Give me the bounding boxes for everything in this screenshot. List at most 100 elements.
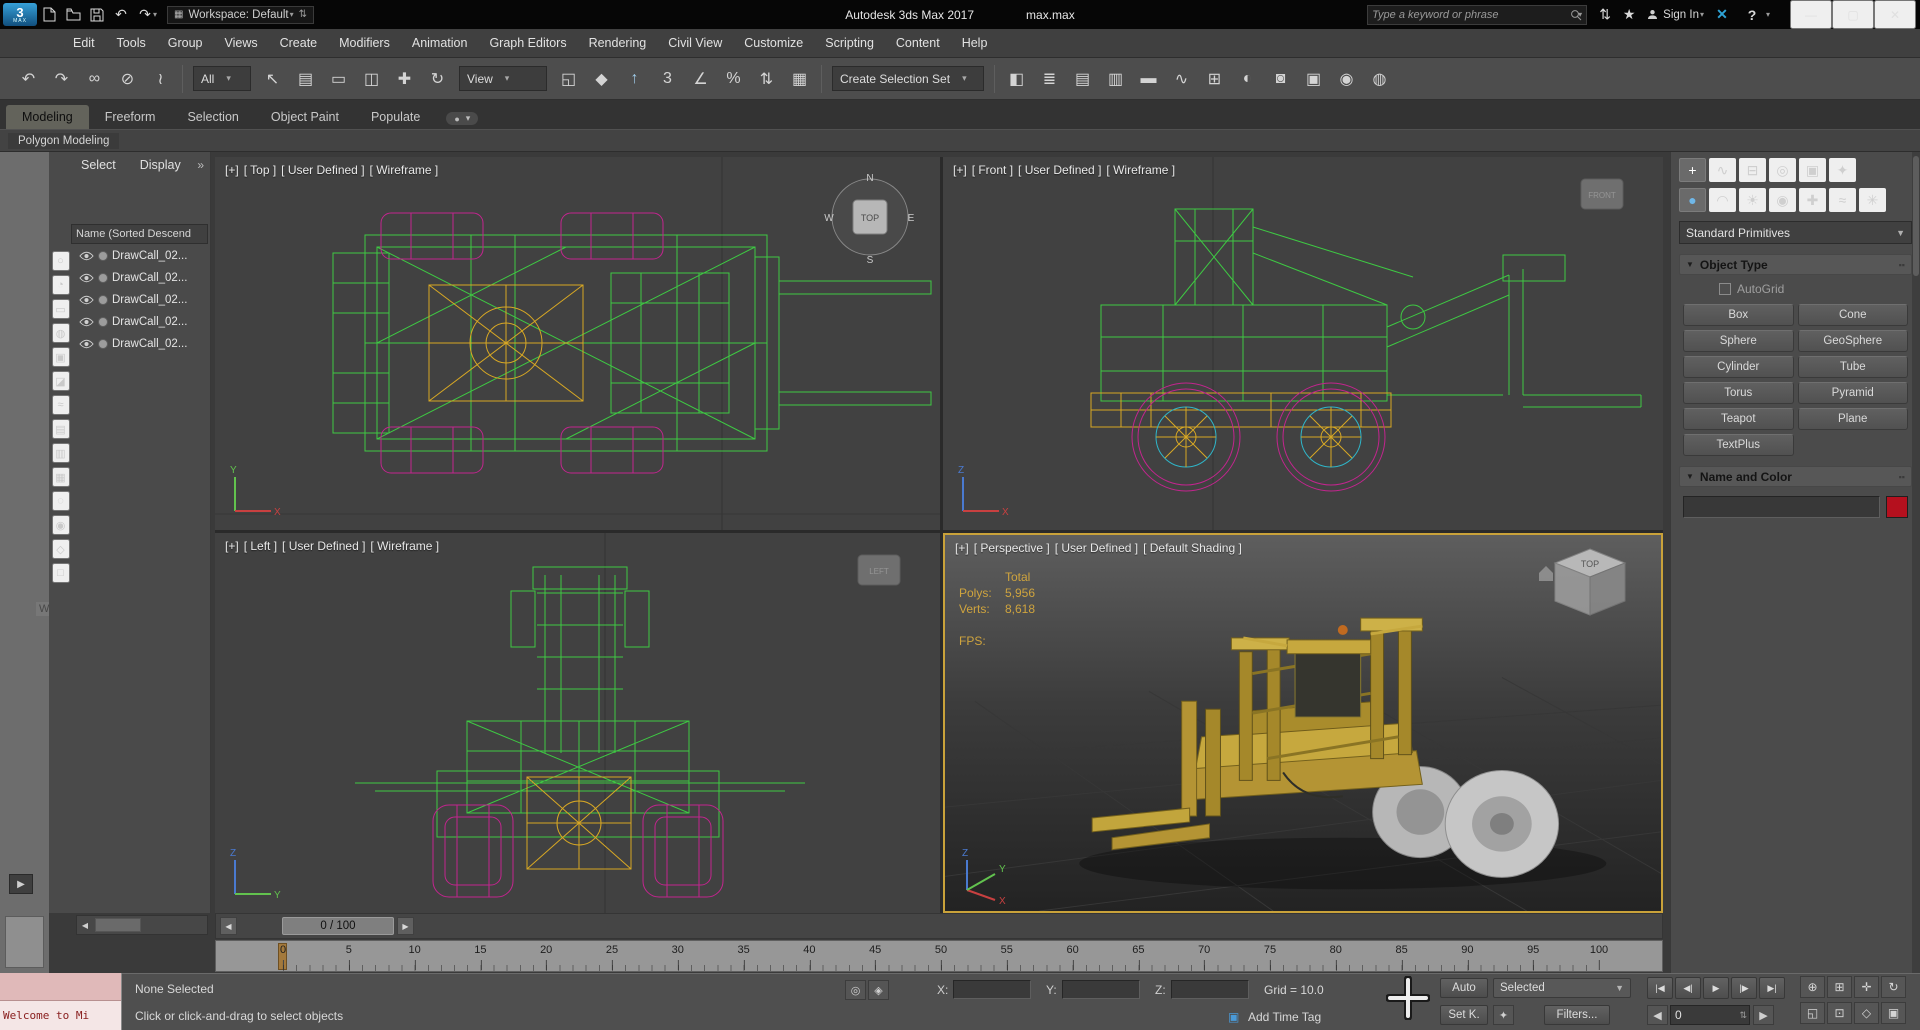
menu-item-7[interactable]: Graph Editors <box>478 31 577 55</box>
shapes-category-icon[interactable]: ◠ <box>1709 188 1736 212</box>
pan-icon[interactable]: ✛ <box>1854 976 1879 998</box>
select-and-move-icon[interactable]: ✚ <box>388 62 421 95</box>
sign-in-button[interactable]: Sign In ▾ <box>1647 4 1704 26</box>
mirror-icon[interactable]: ◧ <box>1000 62 1033 95</box>
ribbon-tab-2[interactable]: Selection <box>171 105 254 129</box>
ribbon-tab-4[interactable]: Populate <box>355 105 436 129</box>
explorer-select-menu[interactable]: Select <box>73 155 124 175</box>
favorites-star-icon[interactable]: ★ <box>1617 4 1641 26</box>
new-scene-button[interactable] <box>37 4 61 26</box>
explorer-row[interactable]: DrawCall_02... <box>71 245 208 267</box>
viewcube-face-label[interactable]: TOP <box>861 213 879 223</box>
compass-west[interactable]: W <box>824 213 834 224</box>
viewport-menu-shading[interactable]: [ Default Shading ] <box>1143 541 1242 555</box>
edit-named-selection-sets-icon[interactable]: ▦ <box>783 62 816 95</box>
menu-item-8[interactable]: Rendering <box>578 31 658 55</box>
menu-item-6[interactable]: Animation <box>401 31 479 55</box>
menu-item-4[interactable]: Create <box>269 31 329 55</box>
viewport-menu-view[interactable]: [ Top ] <box>244 163 276 177</box>
time-forward-button[interactable]: ▶ <box>397 917 414 935</box>
selection-filter-dropdown[interactable]: All ▾ <box>193 66 251 91</box>
select-and-link-icon[interactable]: ∞ <box>78 62 111 95</box>
primitive-category-dropdown[interactable]: Standard Primitives ▼ <box>1679 221 1912 244</box>
primitive-button-7[interactable]: Pyramid <box>1798 382 1909 404</box>
explorer-filter-icon[interactable]: ▦ <box>52 467 70 487</box>
zoom-all-icon[interactable]: ⊞ <box>1827 976 1852 998</box>
auto-key-button[interactable]: Auto <box>1440 978 1488 998</box>
search-input[interactable] <box>1372 9 1570 21</box>
viewport-menu-plus[interactable]: [+] <box>955 541 969 555</box>
lights-category-icon[interactable]: ☀ <box>1739 188 1766 212</box>
command-panel-scrollbar[interactable] <box>1912 152 1920 973</box>
set-key-button[interactable]: Set K. <box>1440 1005 1488 1025</box>
viewcube-compass[interactable]: N E S W TOP <box>818 165 922 269</box>
explorer-settings-icon[interactable]: □ <box>52 563 70 583</box>
explorer-find-icon[interactable]: ◌ <box>52 491 70 511</box>
explorer-overflow-chevrons[interactable]: » <box>197 158 204 172</box>
explorer-display-menu[interactable]: Display <box>132 155 189 175</box>
explorer-column-header[interactable]: Name (Sorted Descend <box>71 224 208 244</box>
explorer-display-geometry-icon[interactable]: ◔ <box>52 275 70 295</box>
frame-number-input[interactable] <box>1671 1008 1739 1022</box>
add-time-tag[interactable]: Add Time Tag <box>1248 1010 1321 1024</box>
undo-icon[interactable]: ↶ <box>109 4 133 26</box>
listener-pane[interactable]: Welcome to Mi <box>0 1001 121 1030</box>
primitive-button-9[interactable]: Plane <box>1798 408 1909 430</box>
explorer-row[interactable]: DrawCall_02... <box>71 311 208 333</box>
curve-editor-icon[interactable]: ∿ <box>1165 62 1198 95</box>
hierarchy-tab-icon[interactable]: ⊟ <box>1739 158 1766 182</box>
rectangular-selection-region-icon[interactable]: ▭ <box>322 62 355 95</box>
explorer-hierarchy-icon[interactable]: ▥ <box>52 443 70 463</box>
explorer-display-shapes-icon[interactable]: ▭ <box>52 299 70 319</box>
object-color-swatch[interactable] <box>1886 496 1908 518</box>
autogrid-checkbox[interactable] <box>1719 283 1731 295</box>
orbit-icon[interactable]: ↻ <box>1881 976 1906 998</box>
viewport-front[interactable]: [+] [ Front ] [ User Defined ] [ Wirefra… <box>943 157 1663 530</box>
menu-item-11[interactable]: Scripting <box>814 31 885 55</box>
infocenter-search[interactable]: ▾ <box>1367 5 1587 25</box>
x-coordinate-input[interactable] <box>953 980 1031 999</box>
window-crossing-icon[interactable]: ◫ <box>355 62 388 95</box>
workspace-cycle-icon[interactable]: ⇅ <box>299 9 307 20</box>
key-filter-dropdown[interactable]: Selected ▼ <box>1493 978 1631 998</box>
primitive-button-8[interactable]: Teapot <box>1683 408 1794 430</box>
geometry-category-icon[interactable]: ● <box>1679 188 1706 212</box>
frame-spinner-icon[interactable]: ⇅ <box>1739 1010 1749 1021</box>
select-and-scale-icon[interactable]: ◱ <box>552 62 585 95</box>
previous-frame-icon[interactable]: ◀| <box>1675 977 1701 999</box>
explorer-pick-icon[interactable]: ◇ <box>52 539 70 559</box>
viewport-menu-view[interactable]: [ Front ] <box>972 163 1013 177</box>
z-coordinate-input[interactable] <box>1171 980 1249 999</box>
current-frame-field[interactable]: ⇅ <box>1670 1005 1750 1025</box>
maxscript-mini-listener[interactable]: Welcome to Mi <box>0 973 122 1030</box>
menu-item-10[interactable]: Customize <box>733 31 814 55</box>
display-tab-icon[interactable]: ▣ <box>1799 158 1826 182</box>
autogrid-option[interactable]: AutoGrid <box>1719 282 1920 296</box>
explorer-horizontal-scrollbar[interactable]: ◀ <box>76 915 208 935</box>
unlink-selection-icon[interactable]: ⊘ <box>111 62 144 95</box>
systems-category-icon[interactable]: ✳ <box>1859 188 1886 212</box>
scrollbar-thumb[interactable] <box>95 918 141 932</box>
viewport-menu-pov[interactable]: [ User Defined ] <box>1018 163 1101 177</box>
menu-item-13[interactable]: Help <box>951 31 999 55</box>
viewcube-face-label[interactable]: TOP <box>1581 559 1599 569</box>
viewcube-face-label[interactable]: FRONT <box>1588 191 1616 200</box>
render-production-icon[interactable]: ◉ <box>1330 62 1363 95</box>
material-editor-icon[interactable]: ◐ <box>1231 62 1264 95</box>
create-tab-icon[interactable]: + <box>1679 158 1706 182</box>
explorer-lock-icon[interactable]: ◉ <box>52 515 70 535</box>
key-filters-button[interactable]: Filters... <box>1544 1005 1610 1025</box>
viewport-menu-plus[interactable]: [+] <box>953 163 967 177</box>
viewport-menu-view[interactable]: [ Perspective ] <box>974 541 1050 555</box>
menu-item-9[interactable]: Civil View <box>657 31 733 55</box>
open-file-button[interactable] <box>61 4 85 26</box>
go-to-end-icon[interactable]: ▶| <box>1759 977 1785 999</box>
spinner-snap-icon[interactable]: ⇅ <box>750 62 783 95</box>
reference-coordinate-dropdown[interactable]: View ▾ <box>459 66 547 91</box>
undo-history-caret-icon[interactable]: ▾ <box>153 10 157 19</box>
primitive-button-10[interactable]: TextPlus <box>1683 434 1794 456</box>
explorer-row[interactable]: DrawCall_02... <box>71 333 208 355</box>
strip-expand-button[interactable]: ▶ <box>9 874 33 894</box>
viewport-menu-pov[interactable]: [ User Defined ] <box>1055 541 1138 555</box>
visibility-eye-icon[interactable] <box>79 317 94 327</box>
